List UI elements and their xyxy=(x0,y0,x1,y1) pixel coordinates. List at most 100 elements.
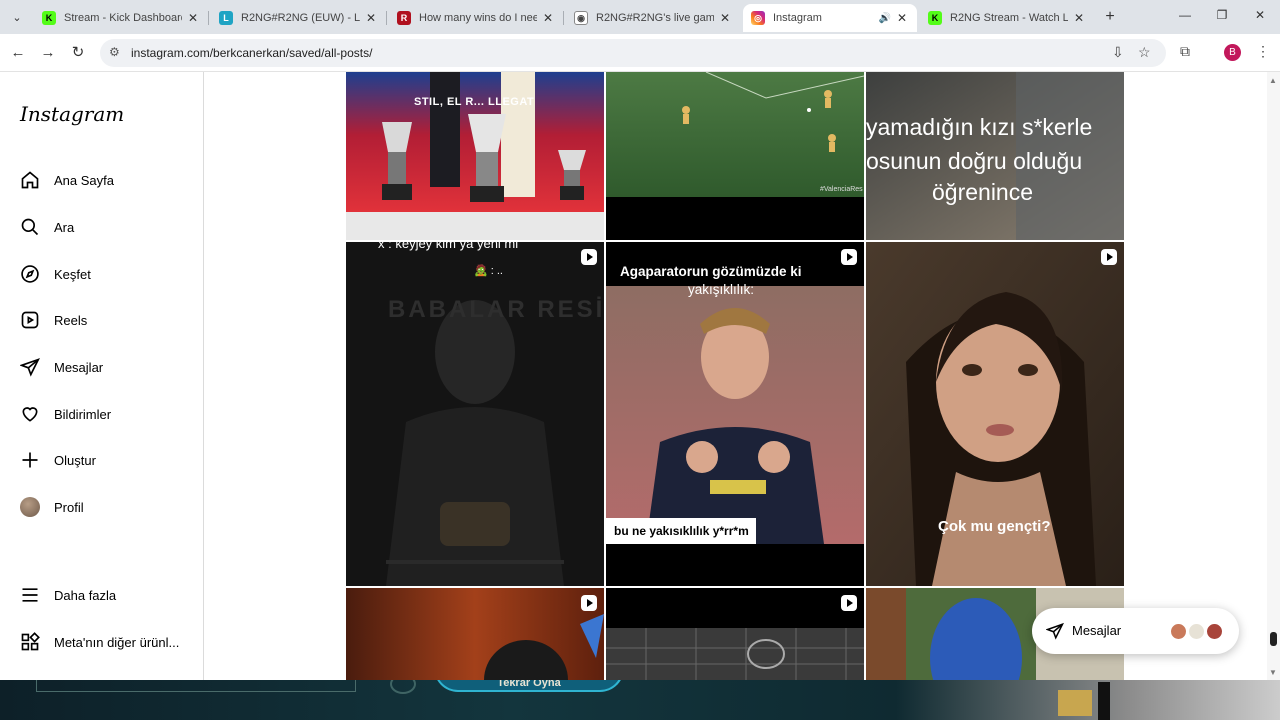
tab-kick-dashboard[interactable]: K Stream - Kick Dashboard ✕ xyxy=(34,4,209,32)
sidebar-item-label: Mesajlar xyxy=(54,359,104,375)
saved-posts-grid: STIL, EL R... LLEGAT #ValenciaRes yamadı… xyxy=(346,72,1125,680)
close-icon[interactable]: ✕ xyxy=(364,11,378,25)
game-panel xyxy=(36,680,356,692)
sidebar-item-search[interactable]: Ara xyxy=(19,215,74,239)
poster-title-text: BABALAR RESİTALİ xyxy=(388,296,604,323)
saved-post-babalar-resitali[interactable]: BABALAR RESİTALİ x : keyjey kim ya yeni … xyxy=(346,242,604,586)
sidebar-item-label: Ana Sayfa xyxy=(54,172,114,188)
tab-title: R2NG#R2NG's live game - xyxy=(596,12,714,24)
close-icon[interactable]: ✕ xyxy=(1072,11,1086,25)
tab-title: Stream - Kick Dashboard xyxy=(64,12,182,24)
home-icon xyxy=(19,169,41,191)
sidebar-item-meta-products[interactable]: Meta'nın diğer ürünl... xyxy=(19,630,179,654)
browser-profile-avatar[interactable]: B xyxy=(1224,44,1241,61)
browser-tab-strip: ⌄ K Stream - Kick Dashboard ✕ L R2NG#R2N… xyxy=(0,0,1280,34)
sidebar-item-explore[interactable]: Keşfet xyxy=(19,262,91,286)
reel-badge-icon xyxy=(581,249,597,265)
messages-floating-button[interactable]: Mesajlar xyxy=(1032,608,1239,654)
scroll-down-arrow-icon[interactable]: ▼ xyxy=(1269,668,1277,677)
tab-wins-needed[interactable]: R How many wins do I need ✕ xyxy=(389,4,564,32)
game-close-icon[interactable] xyxy=(390,680,416,694)
site-info-icon[interactable]: ⚙ xyxy=(109,45,120,59)
extensions-puzzle-icon[interactable]: ⧉ xyxy=(1180,43,1190,60)
reel-badge-icon xyxy=(1101,249,1117,265)
tab-instagram[interactable]: ◎ Instagram 🔊 ✕ xyxy=(743,4,917,32)
sidebar-item-notifications[interactable]: Bildirimler xyxy=(19,402,111,426)
game-frame xyxy=(1098,682,1110,720)
search-icon xyxy=(19,216,41,238)
grid-icon xyxy=(19,631,41,653)
post-caption-line1: x : keyjey kim ya yeni mi xyxy=(378,242,519,251)
sidebar-item-create[interactable]: Oluştur xyxy=(19,448,96,472)
window-close-icon[interactable]: ✕ xyxy=(1250,8,1270,26)
saved-post-football-pitch[interactable]: #ValenciaRes xyxy=(606,72,864,240)
messages-icon xyxy=(19,356,41,378)
back-arrow-icon[interactable]: ← xyxy=(8,43,28,63)
sidebar-item-label: Profil xyxy=(54,499,84,515)
heart-icon xyxy=(19,403,41,425)
tab-search-chevron-icon[interactable]: ⌄ xyxy=(6,7,28,27)
menu-icon xyxy=(19,584,41,606)
sidebar-item-label: Meta'nın diğer ürünl... xyxy=(54,634,180,650)
background-game-strip: Tekrar Oyna xyxy=(0,680,1280,720)
tab-title: Instagram xyxy=(773,12,822,24)
messages-icon xyxy=(1046,622,1064,640)
kick-favicon-icon: K xyxy=(928,11,942,25)
reels-icon xyxy=(19,309,41,331)
minimize-icon[interactable]: — xyxy=(1175,8,1195,26)
close-icon[interactable]: ✕ xyxy=(718,11,732,25)
post-banner-text: STIL, EL R... LLEGAT xyxy=(414,96,535,108)
sidebar-item-label: Bildirimler xyxy=(54,406,112,422)
page-scrollbar[interactable]: ▲ ▼ xyxy=(1267,72,1280,680)
scroll-up-arrow-icon[interactable]: ▲ xyxy=(1269,76,1277,85)
restore-icon[interactable]: ❐ xyxy=(1212,8,1232,26)
speaker-icon[interactable]: 🔊 xyxy=(879,13,891,24)
conversation-avatar xyxy=(1169,622,1188,641)
tab-league[interactable]: L R2NG#R2NG (EUW) - League ✕ xyxy=(211,4,387,32)
sidebar-item-messages[interactable]: Mesajlar xyxy=(19,355,103,379)
sidebar-item-label: Daha fazla xyxy=(54,587,117,603)
bookmark-star-icon[interactable]: ☆ xyxy=(1138,44,1151,61)
tab-live-game[interactable]: ◉ R2NG#R2NG's live game - ✕ xyxy=(566,4,740,32)
kick-favicon-icon: K xyxy=(42,11,56,25)
close-icon[interactable]: ✕ xyxy=(895,11,909,25)
post-caption-line1: yamadığın kızı s*kerle xyxy=(866,114,1093,140)
goal-net-image xyxy=(606,588,864,680)
tab-title: R2NG Stream - Watch Live xyxy=(950,12,1068,24)
cartoon-image xyxy=(346,588,604,680)
install-app-icon[interactable]: ⇩ xyxy=(1112,44,1124,61)
close-icon[interactable]: ✕ xyxy=(186,11,200,25)
messages-label: Mesajlar xyxy=(1072,623,1122,638)
post-caption-line2: 🧟 : .. xyxy=(474,265,503,277)
sidebar-item-label: Oluştur xyxy=(54,452,96,468)
new-tab-plus-icon[interactable]: + xyxy=(1100,7,1120,27)
tab-r2ng-stream[interactable]: K R2NG Stream - Watch Live ✕ xyxy=(920,4,1094,32)
football-pitch-image xyxy=(606,72,864,240)
sidebar-item-home[interactable]: Ana Sayfa xyxy=(19,168,114,192)
instagram-logo[interactable]: Instagram xyxy=(20,102,124,126)
post-caption-line3: bu ne yakısıklılık y*rr*m xyxy=(614,524,749,538)
r-favicon-icon: R xyxy=(397,11,411,25)
saved-post-goal[interactable] xyxy=(606,588,864,680)
conversation-avatar xyxy=(1205,622,1224,641)
url-text[interactable]: instagram.com/berkcanerkan/saved/all-pos… xyxy=(131,46,372,60)
saved-post-trophies[interactable]: STIL, EL R... LLEGAT xyxy=(346,72,604,240)
sidebar-item-reels[interactable]: Reels xyxy=(19,308,87,332)
chat-icon[interactable] xyxy=(1058,690,1092,716)
reel-badge-icon xyxy=(841,595,857,611)
browser-menu-kebab-icon[interactable]: ⋮ xyxy=(1256,43,1270,60)
sidebar-item-label: Ara xyxy=(54,219,75,235)
address-bar[interactable]: ⚙ instagram.com/berkcanerkan/saved/all-p… xyxy=(100,39,1166,67)
saved-post-meme-text[interactable]: yamadığın kızı s*kerle osunun doğru oldu… xyxy=(866,72,1124,240)
play-again-button[interactable]: Tekrar Oyna xyxy=(434,680,624,692)
saved-post-actress[interactable]: Çok mu gençti? xyxy=(866,242,1124,586)
reload-icon[interactable]: ↻ xyxy=(68,43,88,63)
forward-arrow-icon[interactable]: → xyxy=(38,43,58,63)
scrollbar-thumb[interactable] xyxy=(1270,632,1277,646)
saved-post-cartoon[interactable] xyxy=(346,588,604,680)
close-icon[interactable]: ✕ xyxy=(541,11,555,25)
saved-post-griezmann[interactable]: Agaparatorun gözümüzde ki yakışıklılık: … xyxy=(606,242,864,586)
sidebar-item-more[interactable]: Daha fazla xyxy=(19,583,116,607)
post-caption-line1: Agaparatorun gözümüzde ki xyxy=(620,264,802,279)
sidebar-item-profile[interactable]: Profil xyxy=(19,495,84,519)
